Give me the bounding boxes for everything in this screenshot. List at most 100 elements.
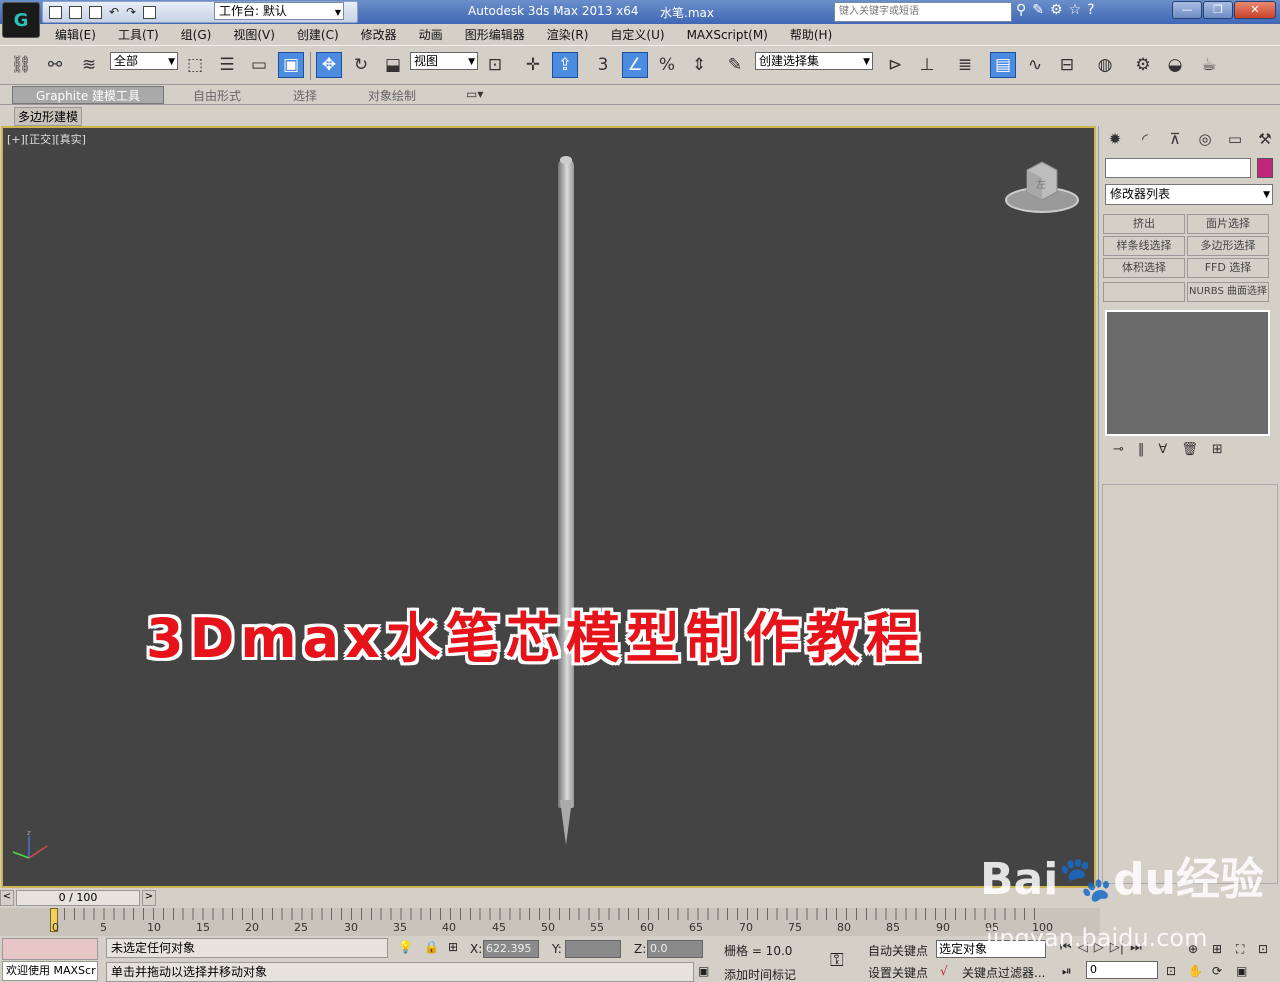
app-logo-button[interactable]: G: [2, 2, 40, 38]
render-setup-icon[interactable]: ⚙: [1130, 52, 1156, 78]
perspective-viewport[interactable]: [+][正交][真实] 左 z 3Dmax水笔芯模型制作教程: [1, 126, 1096, 888]
key-mode-icon[interactable]: ⏯: [1062, 964, 1072, 979]
star-icon[interactable]: ☆: [1069, 2, 1082, 18]
workspace-dropdown[interactable]: 工作台: 默认 ▼: [214, 2, 344, 20]
menu-tools[interactable]: 工具(T): [107, 26, 170, 43]
zoom-all-icon[interactable]: ⊞: [1212, 942, 1222, 956]
object-name-field[interactable]: [1105, 158, 1251, 178]
modify-tab-icon[interactable]: ◜: [1133, 130, 1157, 152]
show-end-result-icon[interactable]: ‖: [1138, 442, 1145, 464]
modifier-list-dropdown[interactable]: 修改器列表 ▼: [1105, 184, 1273, 205]
window-crossing-icon[interactable]: ▣: [278, 52, 304, 78]
utilities-tab-icon[interactable]: ⚒: [1253, 130, 1277, 152]
add-time-tag[interactable]: 添加时间标记: [724, 966, 796, 982]
ribbon-options-icon[interactable]: ▭▾: [466, 87, 483, 101]
graphite-toggle-icon[interactable]: ▤: [990, 52, 1016, 78]
maxscript-listener-swatch[interactable]: [2, 938, 98, 960]
rectangular-selection-icon[interactable]: ▭: [246, 52, 272, 78]
key-filters-button[interactable]: 关键点过滤器...: [962, 964, 1045, 981]
project-folder-icon[interactable]: [143, 5, 157, 19]
menu-help[interactable]: 帮助(H): [779, 26, 843, 43]
time-tag-icon[interactable]: ▣: [698, 964, 709, 978]
motion-tab-icon[interactable]: ◎: [1193, 130, 1217, 152]
menu-edit[interactable]: 编辑(E): [44, 26, 107, 43]
configure-sets-icon[interactable]: ⊞: [1212, 442, 1223, 464]
extrude-button[interactable]: 挤出: [1103, 214, 1185, 234]
snaps-toggle-icon[interactable]: 3: [590, 52, 616, 78]
menu-maxscript[interactable]: MAXScript(M): [676, 28, 779, 42]
menu-animation[interactable]: 动画: [408, 26, 454, 43]
select-object-icon[interactable]: ⬚: [182, 52, 208, 78]
rendered-frame-icon[interactable]: ◒: [1162, 52, 1188, 78]
selection-filter-dropdown[interactable]: 全部 ▼: [110, 52, 178, 70]
previous-frame-icon[interactable]: <: [0, 890, 14, 906]
menu-create[interactable]: 创建(C): [286, 26, 350, 43]
z-coordinate-field[interactable]: 0.0: [647, 940, 703, 958]
auto-key-button[interactable]: 自动关键点: [868, 942, 928, 959]
tab-freeform[interactable]: 自由形式: [193, 87, 241, 104]
bind-space-warp-icon[interactable]: ≋: [76, 52, 102, 78]
isolate-icon[interactable]: 💡: [398, 940, 413, 954]
menu-modifiers[interactable]: 修改器: [350, 26, 408, 43]
pen-refill-model[interactable]: [558, 158, 574, 808]
field-of-view-icon[interactable]: ⊡: [1166, 964, 1176, 978]
set-key-button[interactable]: 设置关键点: [868, 964, 928, 981]
patch-select-button[interactable]: 面片选择: [1187, 214, 1269, 234]
object-color-swatch[interactable]: [1257, 158, 1273, 178]
tab-object-paint[interactable]: 对象绘制: [368, 87, 416, 104]
open-icon[interactable]: [69, 5, 82, 19]
close-button[interactable]: ✕: [1234, 1, 1276, 19]
volume-select-button[interactable]: 体积选择: [1103, 258, 1185, 278]
select-and-scale-icon[interactable]: ⬓: [380, 52, 406, 78]
pivot-center-icon[interactable]: ⊡: [482, 52, 508, 78]
tab-selection[interactable]: 选择: [293, 87, 317, 104]
maxscript-mini-listener[interactable]: 欢迎使用 MAXScr: [2, 961, 98, 981]
pin-stack-icon[interactable]: ⊸: [1113, 442, 1124, 464]
ffd-select-button[interactable]: FFD 选择: [1187, 258, 1269, 278]
key-filter-icon[interactable]: √: [940, 964, 948, 978]
keyboard-shortcut-override-icon[interactable]: ⇪: [552, 52, 578, 78]
help-icon[interactable]: ?: [1087, 2, 1094, 18]
current-frame-field[interactable]: 0: [1086, 961, 1158, 979]
link-icon[interactable]: ⛓: [8, 52, 34, 78]
reference-coord-dropdown[interactable]: 视图 ▼: [410, 52, 478, 70]
pan-view-icon[interactable]: ✋: [1188, 964, 1203, 978]
menu-group[interactable]: 组(G): [170, 26, 223, 43]
select-and-move-icon[interactable]: ✥: [316, 52, 342, 78]
make-unique-icon[interactable]: ∀: [1158, 442, 1167, 464]
undo-icon[interactable]: ↶: [109, 5, 119, 19]
search-input[interactable]: 键入关键字或短语: [834, 2, 1012, 22]
zoom-extents-icon[interactable]: ⛶: [1236, 942, 1244, 957]
menu-customize[interactable]: 自定义(U): [599, 26, 675, 43]
poly-select-button[interactable]: 多边形选择: [1187, 236, 1269, 256]
minimize-button[interactable]: —: [1172, 1, 1202, 19]
orbit-icon[interactable]: ⟳: [1212, 964, 1222, 978]
empty-modifier-button[interactable]: [1103, 282, 1185, 302]
spline-select-button[interactable]: 样条线选择: [1103, 236, 1185, 256]
binoculars-icon[interactable]: ⚲: [1016, 2, 1026, 18]
unlink-icon[interactable]: ⚯: [42, 52, 68, 78]
select-by-name-icon[interactable]: ☰: [214, 52, 240, 78]
next-frame-icon[interactable]: >: [142, 890, 156, 906]
time-slider-thumb[interactable]: 0 / 100: [16, 890, 140, 906]
remove-modifier-icon[interactable]: 🗑: [1181, 442, 1198, 464]
percent-snap-icon[interactable]: %: [654, 52, 680, 78]
key-icon[interactable]: ⚿: [830, 950, 844, 971]
schematic-view-icon[interactable]: ⊟: [1054, 52, 1080, 78]
edit-named-selection-icon[interactable]: ✎: [722, 52, 748, 78]
hierarchy-tab-icon[interactable]: ⊼: [1163, 130, 1187, 152]
lock-icon[interactable]: 🔒: [424, 940, 439, 954]
mirror-icon[interactable]: ⊳: [882, 52, 908, 78]
spinner-snap-icon[interactable]: ⇕: [686, 52, 712, 78]
modifier-stack[interactable]: [1105, 310, 1270, 436]
viewport-label[interactable]: [+][正交][真实]: [7, 131, 86, 147]
layer-manager-icon[interactable]: ≣: [952, 52, 978, 78]
menu-view[interactable]: 视图(V): [222, 26, 286, 43]
select-manipulate-icon[interactable]: ✛: [520, 52, 546, 78]
wrench-icon[interactable]: ✎: [1032, 2, 1044, 18]
save-icon[interactable]: [89, 5, 102, 19]
y-coordinate-field[interactable]: [565, 940, 621, 958]
display-tab-icon[interactable]: ▭: [1223, 130, 1247, 152]
tab-graphite[interactable]: Graphite 建模工具: [12, 86, 164, 104]
menu-graph-editors[interactable]: 图形编辑器: [454, 26, 536, 43]
